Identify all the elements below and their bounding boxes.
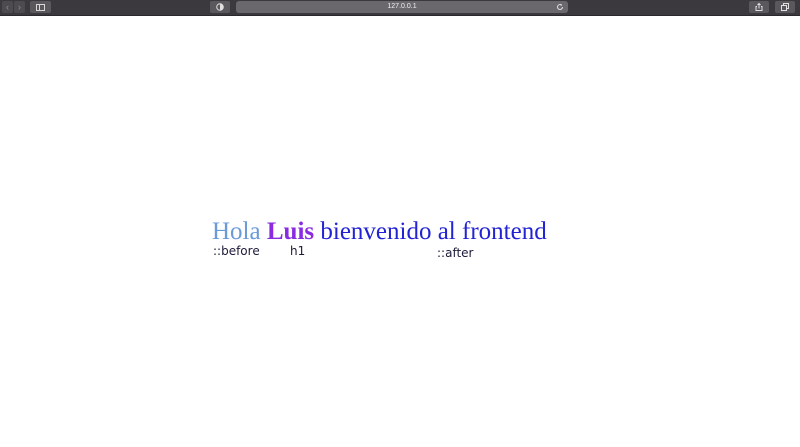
chevron-right-icon: ›: [18, 2, 21, 12]
sidebar-toggle-button[interactable]: [30, 1, 51, 13]
back-button[interactable]: ‹: [2, 1, 13, 13]
show-tabs-button[interactable]: [775, 1, 795, 13]
reload-icon[interactable]: [556, 3, 564, 11]
page-content: Hola Luis bienvenido al frontend ::befor…: [0, 16, 800, 447]
greeting-heading: Hola Luis bienvenido al frontend: [212, 217, 547, 247]
privacy-shield-icon: [216, 3, 224, 11]
after-label: ::after: [437, 246, 474, 260]
h1-label: h1: [290, 244, 306, 258]
share-icon: [755, 3, 763, 11]
greeting-name: Luis: [266, 218, 315, 245]
address-bar[interactable]: 127.0.0.1: [236, 1, 568, 13]
share-button[interactable]: [749, 1, 769, 13]
forward-button[interactable]: ›: [14, 1, 25, 13]
sidebar-icon: [36, 4, 45, 11]
greeting-after-text: bienvenido al frontend: [320, 218, 547, 245]
tabs-icon: [781, 3, 789, 11]
privacy-button[interactable]: [210, 1, 230, 13]
before-label: ::before: [213, 244, 260, 258]
greeting-before-text: Hola: [212, 218, 261, 245]
browser-toolbar: ‹ › 127.0.0.1: [0, 0, 800, 16]
address-text: 127.0.0.1: [387, 3, 417, 10]
chevron-left-icon: ‹: [6, 2, 9, 12]
